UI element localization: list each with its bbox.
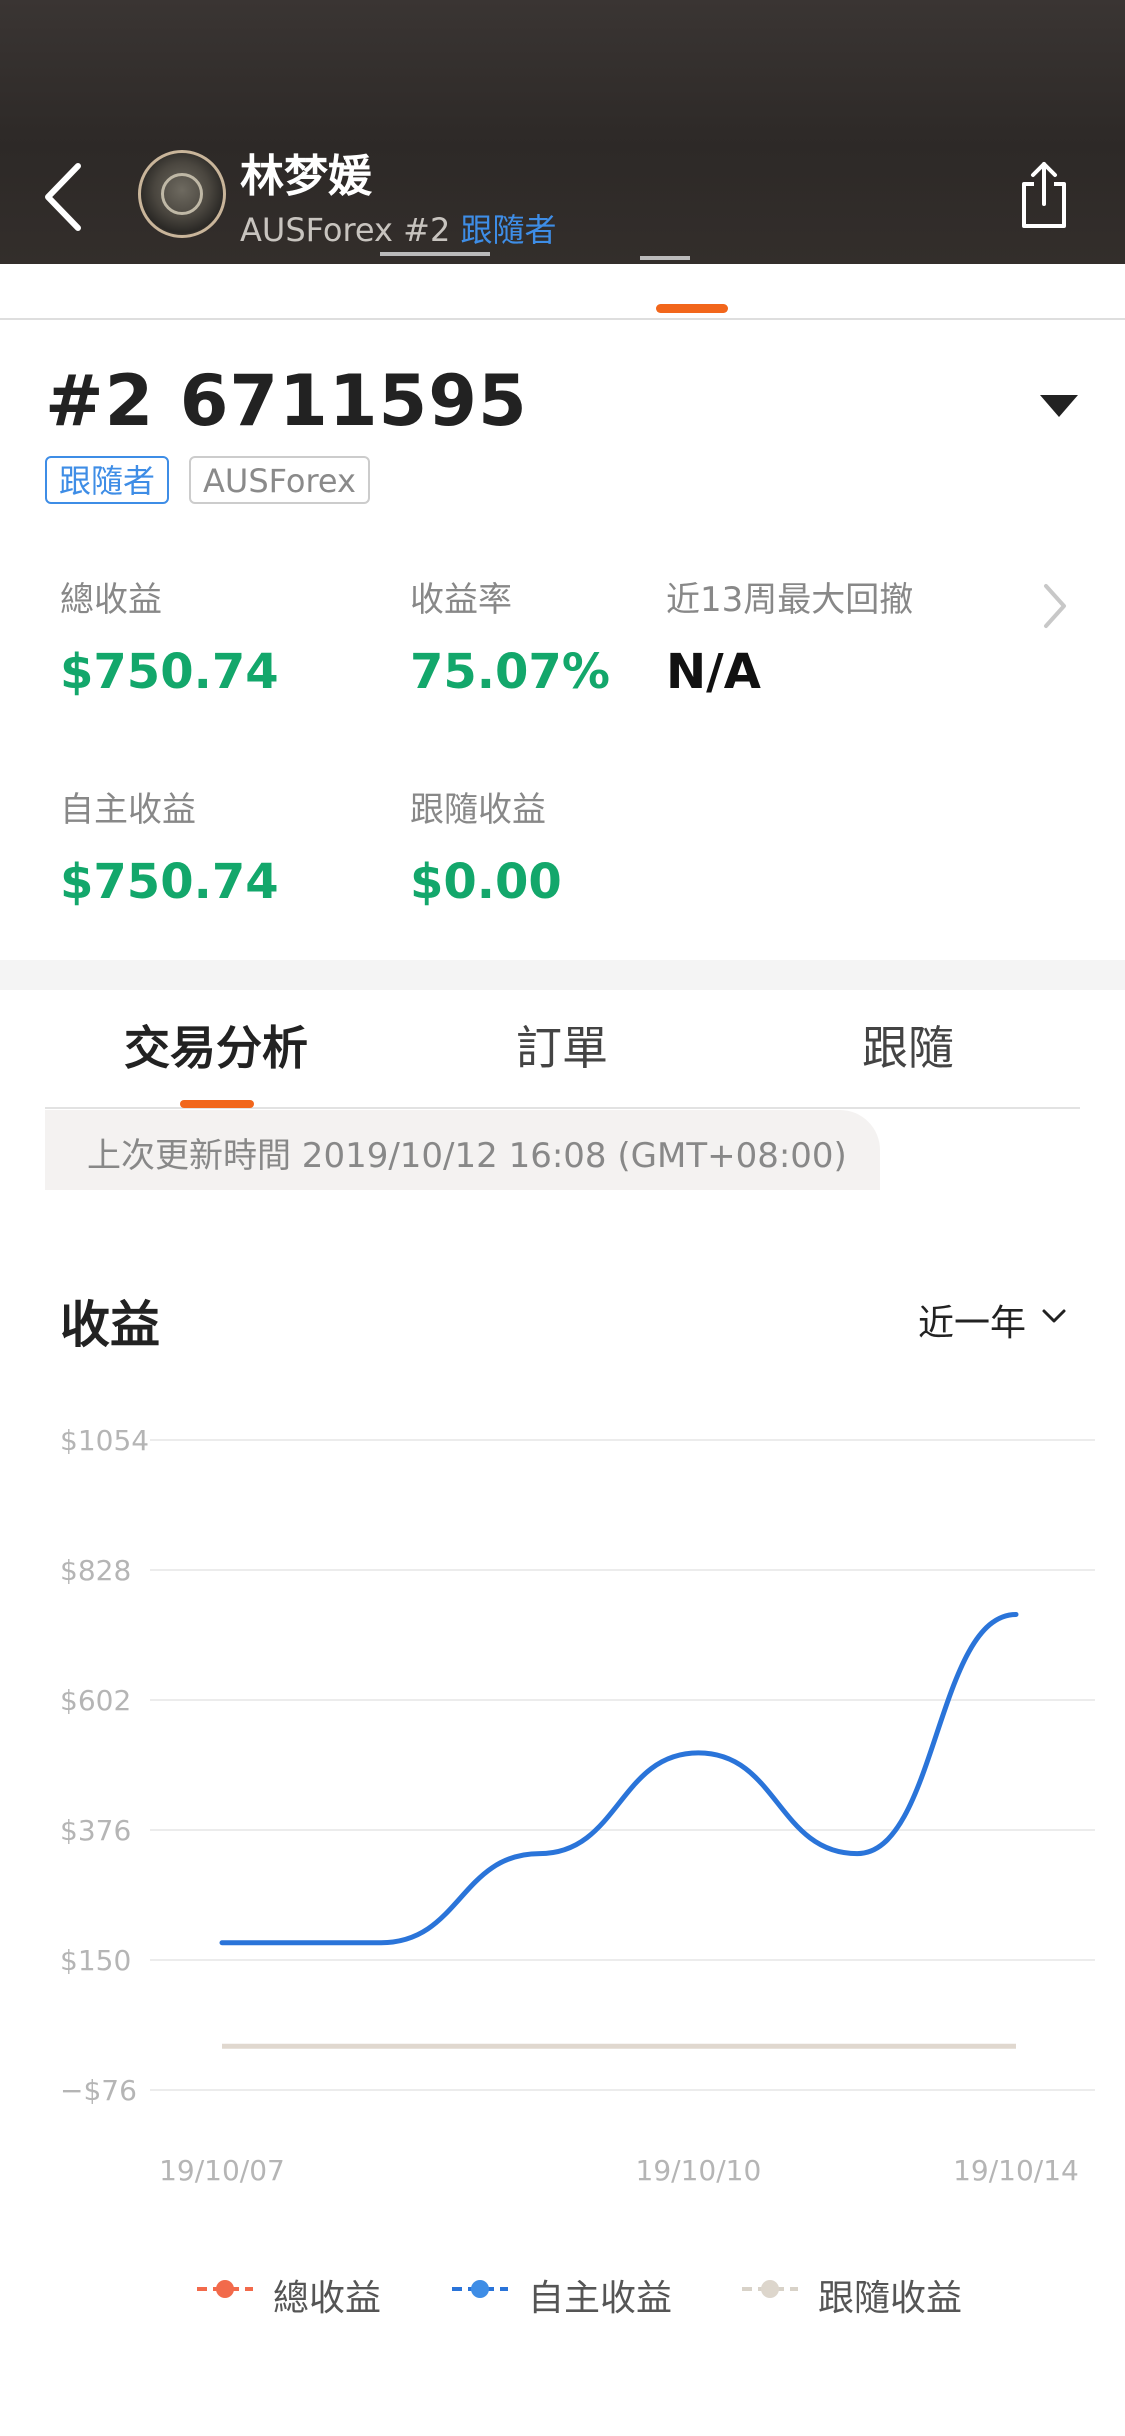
series-self-profit-line [219,1611,1019,1946]
role-label: 跟隨者 [460,211,557,249]
chart-title: 收益 [60,1296,160,1354]
broker-name: AUSForex [240,211,393,249]
tab-orders[interactable]: 訂單 [516,1012,608,1078]
x-tick-label: 19/10/07 [159,2154,285,2187]
tab-follow[interactable]: 跟隨 [862,1012,954,1078]
top-tabs-hidden [0,252,1125,320]
tab-trade-analysis[interactable]: 交易分析 [124,1012,308,1078]
section-divider [0,960,1125,990]
account-subtitle: AUSForex #2 跟隨者 [240,205,557,251]
role-badge: 跟隨者 [45,456,170,504]
stat-max-drawdown-label: 近13周最大回撤 [666,580,914,620]
y-tick-label: $828 [60,1554,131,1587]
hidden-tab-fragment [640,256,690,270]
range-selector[interactable]: 近一年 [918,1294,1026,1346]
account-number: #2 [403,211,451,249]
y-tick-label: $602 [60,1684,131,1717]
stat-self-profit-label: 自主收益 [60,790,196,830]
y-tick-label: $150 [60,1944,131,1977]
stat-total-profit-label: 總收益 [60,580,162,620]
chevron-down-icon[interactable] [1040,1306,1068,1326]
legend-total-profit-label: 總收益 [273,2278,382,2319]
avatar[interactable] [138,150,226,238]
x-tick-label: 19/10/10 [636,2154,762,2187]
legend-follow-profit-label: 跟隨收益 [818,2278,963,2319]
profile-header: 林梦媛 AUSForex #2 跟隨者 [0,0,1125,264]
x-tick-label: 19/10/14 [953,2154,1079,2187]
stat-total-profit-value: $750.74 [60,644,279,700]
active-tab-indicator [180,1100,254,1108]
top-tab-indicator [656,304,728,313]
legend-self-profit-label: 自主收益 [528,2278,673,2319]
account-title: #2 6711595 [45,360,528,442]
legend-follow-profit-marker [742,2280,798,2298]
stat-self-profit-value: $750.74 [60,854,279,910]
stat-follow-profit-label: 跟隨收益 [410,790,546,830]
stat-follow-profit-value: $0.00 [410,854,562,910]
y-tick-label: $376 [60,1814,131,1847]
profit-line-chart: $1054 $828 $602 $376 $150 −$76 19/10/07 19/10/1… [60,1424,1095,2187]
user-name: 林梦媛 [240,151,372,202]
hidden-tab-fragment [380,252,490,270]
stat-return-rate-label: 收益率 [410,580,512,620]
share-icon[interactable] [1016,160,1072,230]
broker-badge: AUSForex [189,456,370,504]
y-tick-label: −$76 [60,2074,137,2107]
stat-max-drawdown-value: N/A [666,644,761,700]
stat-return-rate-value: 75.07% [410,644,610,700]
update-time-text: 上次更新時間 2019/10/12 16:08 (GMT+08:00) [87,1136,847,1176]
account-dropdown-icon[interactable] [1040,395,1078,417]
legend-total-profit-marker [197,2280,253,2298]
y-tick-label: $1054 [60,1424,149,1457]
update-time-bar: 上次更新時間 2019/10/12 16:08 (GMT+08:00) [45,1110,880,1190]
legend-self-profit-marker [452,2280,508,2298]
back-arrow-icon[interactable] [36,158,92,236]
chevron-right-icon[interactable] [1040,580,1070,632]
